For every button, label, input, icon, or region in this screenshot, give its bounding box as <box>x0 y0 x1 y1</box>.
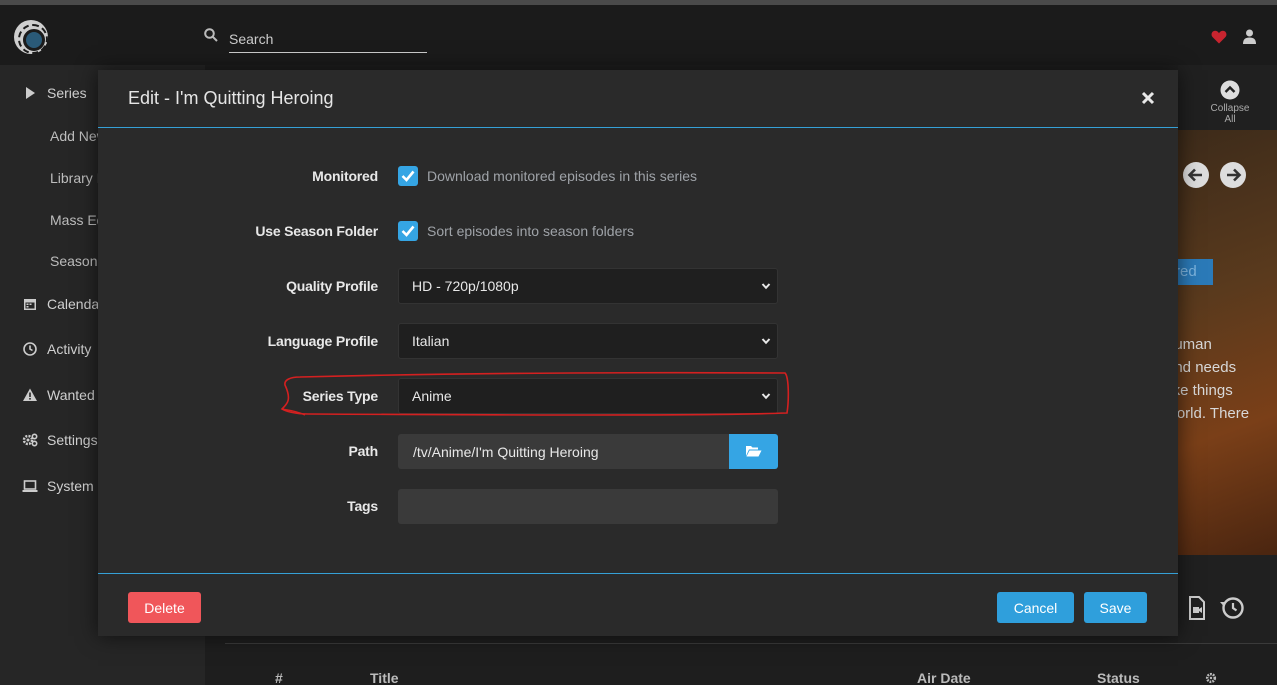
user-icon[interactable] <box>1242 29 1257 44</box>
sidebar-item-label: Activity <box>47 341 92 357</box>
heart-icon[interactable] <box>1211 30 1227 44</box>
quality-profile-label: Quality Profile <box>286 278 378 294</box>
overview-line: like things <box>1166 382 1233 399</box>
path-input[interactable]: /tv/Anime/I'm Quitting Heroing <box>398 434 729 469</box>
modal-header: Edit - I'm Quitting Heroing <box>98 70 1178 128</box>
sidebar-item-label: Calendar <box>47 296 104 312</box>
series-type-label: Series Type <box>302 388 379 404</box>
season-folder-checkbox[interactable] <box>398 221 418 241</box>
column-air-date[interactable]: Air Date <box>917 670 971 685</box>
folder-open-icon <box>746 446 762 457</box>
table-options-gear-icon[interactable] <box>1205 672 1217 684</box>
checkmark-icon <box>401 225 415 237</box>
checkmark-icon <box>401 170 415 182</box>
column-number[interactable]: # <box>275 670 283 685</box>
monitored-checkbox[interactable] <box>398 166 418 186</box>
chevron-up-circle-icon <box>1220 80 1240 100</box>
laptop-icon <box>22 480 38 492</box>
top-header <box>0 5 1277 65</box>
chevron-down-icon <box>761 283 771 290</box>
app-logo[interactable] <box>14 20 48 54</box>
app-window: Series Add New Library Import Mass Edito… <box>0 0 1277 685</box>
chevron-down-icon <box>761 393 771 400</box>
sidebar-item-label: Settings <box>47 432 98 448</box>
video-file-icon[interactable] <box>1189 596 1205 620</box>
language-profile-select[interactable]: Italian <box>398 323 778 359</box>
warning-icon <box>23 388 37 401</box>
chevron-down-icon <box>761 338 771 345</box>
quality-profile-value: HD - 720p/1080p <box>412 278 519 294</box>
cancel-button[interactable]: Cancel <box>997 592 1074 623</box>
modal-title: Edit - I'm Quitting Heroing <box>128 88 334 108</box>
history-icon[interactable] <box>1220 597 1244 619</box>
monitored-help-text: Download monitored episodes in this seri… <box>427 168 698 184</box>
series-overview: human and needs like things world. There <box>1166 333 1277 425</box>
previous-series-icon[interactable] <box>1182 161 1210 189</box>
sidebar-item-label: Wanted <box>47 387 95 403</box>
quality-profile-select[interactable]: HD - 720p/1080p <box>398 268 778 304</box>
column-title[interactable]: Title <box>370 670 399 685</box>
overview-line: world. There <box>1166 405 1250 422</box>
monitored-label: Monitored <box>312 168 378 184</box>
next-series-icon[interactable] <box>1219 161 1247 189</box>
episode-actions <box>1189 596 1244 620</box>
play-icon <box>26 87 35 99</box>
collapse-all-label: Collapse All <box>1210 103 1250 125</box>
episodes-table-header: # Title Air Date Status <box>225 643 1277 685</box>
clock-icon <box>23 342 37 356</box>
column-status[interactable]: Status <box>1097 670 1140 685</box>
tags-label: Tags <box>347 498 378 514</box>
sidebar-item-label: Series <box>47 85 87 101</box>
season-folder-help-text: Sort episodes into season folders <box>427 223 635 239</box>
modal-footer: Delete Cancel Save <box>98 573 1178 636</box>
season-folder-label: Use Season Folder <box>255 223 378 239</box>
delete-button[interactable]: Delete <box>128 592 201 623</box>
path-label: Path <box>348 443 378 459</box>
series-type-select[interactable]: Anime <box>398 378 778 414</box>
edit-series-modal: Edit - I'm Quitting Heroing Monitored Do… <box>98 70 1178 636</box>
language-profile-value: Italian <box>412 333 450 349</box>
search-icon <box>204 28 218 42</box>
search-input[interactable] <box>229 25 427 53</box>
overview-line: and needs <box>1166 359 1237 376</box>
gears-icon <box>22 433 38 447</box>
save-button[interactable]: Save <box>1084 592 1147 623</box>
tags-input[interactable] <box>398 489 778 524</box>
overview-line: human <box>1166 336 1212 353</box>
path-value: /tv/Anime/I'm Quitting Heroing <box>413 443 599 460</box>
language-profile-label: Language Profile <box>267 333 379 349</box>
collapse-all-button[interactable]: Collapse All <box>1205 80 1255 125</box>
calendar-icon <box>24 299 36 310</box>
sidebar-item-label: System <box>47 478 94 494</box>
close-icon[interactable] <box>1138 88 1158 108</box>
series-type-value: Anime <box>412 388 452 404</box>
browse-folder-button[interactable] <box>729 434 778 469</box>
